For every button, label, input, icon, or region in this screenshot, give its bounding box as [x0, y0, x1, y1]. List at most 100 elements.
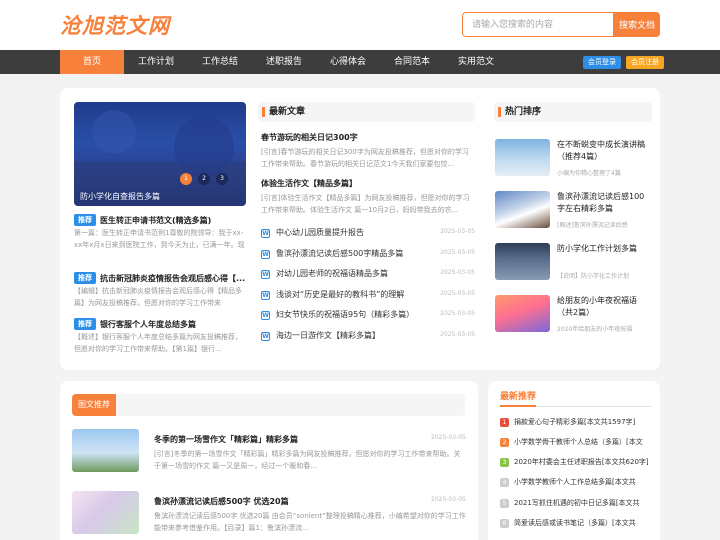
document-icon: W [261, 291, 270, 300]
hot-thumbnail-image[interactable] [495, 191, 550, 228]
list-item[interactable]: W 妇女节快乐的祝福语95句（精彩多篇） 2025-03-05 [261, 309, 475, 323]
list-item[interactable]: W 对幼儿园老师的祝福语精品多篇 2025-03-05 [261, 268, 475, 282]
login-button[interactable]: 会员登录 [583, 56, 621, 69]
article-title[interactable]: 鲁滨孙漂流记读后感500字 优选20篇 [154, 496, 289, 507]
article-date: 2025-03-05 [431, 434, 466, 441]
latest-articles-heading: 最新文章 [269, 107, 306, 117]
list-item-title[interactable]: 对幼儿园老师的祝福语精品多篇 [276, 268, 426, 279]
rank-badge: 2 [500, 438, 509, 447]
heading-underline [500, 405, 536, 407]
slider-caption[interactable]: 防小学化自查报告多篇 [80, 191, 160, 202]
hot-item-title[interactable]: 防小学化工作计划多篇 [557, 243, 649, 255]
article-desc: [引言]冬季的第一场雪作文「精彩篇」精彩多篇为网友投稿推荐，但愿对你的学习工作带… [154, 450, 461, 470]
list-item-date: 2025-03-05 [440, 249, 475, 256]
list-item-title[interactable]: 海边一日游作文【精彩多篇】 [276, 330, 426, 341]
nav-item-work-plan[interactable]: 工作计划 [124, 50, 188, 74]
nav-item-work-summary[interactable]: 工作总结 [188, 50, 252, 74]
list-item[interactable]: W 海边一日游作文【精彩多篇】 2025-03-05 [261, 330, 475, 344]
newest-item-title[interactable]: 简爱读后感或读书笔记（多篇）[本文共 [514, 517, 652, 530]
featured-article-title[interactable]: 体验生活作文【精品多篇】 [261, 178, 357, 189]
left-list-item-1[interactable]: 推荐 医生转正申请书范文(精选多篇) [74, 214, 246, 226]
list-item-date: 2025-03-05 [440, 269, 475, 276]
list-item[interactable]: W 鲁滨孙漂流记读后感500字精品多篇 2025-03-05 [261, 248, 475, 262]
hot-item-title[interactable]: 给朋友的小年夜祝福语（共2篇） [557, 295, 649, 319]
latest-articles-header: 最新文章 [258, 102, 475, 122]
hot-thumbnail-image[interactable] [495, 243, 550, 280]
featured-article-desc: [引言]春节游玩的相关日记300字为网友投稿推荐，但愿对你的学习工作带来帮助。春… [261, 148, 469, 168]
hot-item-sub: 小编为你精心整理了4篇 [557, 170, 621, 177]
newest-item[interactable]: 5 2021写抓住机遇的初中日记多篇[本文共 [500, 497, 652, 511]
hot-thumbnail-image[interactable] [495, 295, 550, 332]
list-item[interactable]: W 中心幼儿园质量提升报告 2025-03-05 [261, 227, 475, 241]
document-icon: W [261, 229, 270, 238]
featured-article-desc: [引言]体验生活作文【精品多篇】为网友投稿推荐，但愿对你的学习工作带来帮助。体验… [261, 194, 470, 214]
hot-thumbnail-image[interactable] [495, 139, 550, 176]
slider-dot-3[interactable]: 3 [216, 173, 228, 185]
tab-picture-recommend[interactable]: 图文推荐 [72, 394, 116, 416]
rank-badge: 3 [500, 458, 509, 467]
image-slider[interactable]: 1 2 3 防小学化自查报告多篇 [74, 102, 246, 206]
hot-item-sub: 【说明】防小学化工作计划 [557, 273, 630, 280]
featured-article-title[interactable]: 春节游玩的相关日记300字 [261, 132, 358, 143]
article-thumbnail-image[interactable] [72, 491, 139, 534]
rank-badge: 4 [500, 478, 509, 487]
slider-dot-1[interactable]: 1 [180, 173, 192, 185]
newest-item[interactable]: 3 2020年村委会主任述职报告[本文共620字] [500, 456, 652, 470]
nav-item-report[interactable]: 述职报告 [252, 50, 316, 74]
list-item-date: 2025-03-05 [440, 290, 475, 297]
search-input[interactable] [462, 12, 614, 37]
newest-item-title[interactable]: 2021写抓住机遇的初中日记多篇[本文共 [514, 497, 652, 510]
article-desc: 鲁滨孙漂流记读后感500字 优选20篇 由会员“sonlent”整理投稿精心推荐… [154, 512, 466, 532]
newest-item-title[interactable]: 2020年村委会主任述职报告[本文共620字] [514, 456, 652, 469]
rank-badge: 6 [500, 519, 509, 528]
list-item-title[interactable]: 妇女节快乐的祝福语95句（精彩多篇） [276, 309, 426, 320]
hot-item-sub: 2020年给朋友的小年夜祝福 [557, 326, 633, 333]
newest-recommend-header: 最新推荐 [500, 387, 652, 407]
nav-item-experience[interactable]: 心得体会 [316, 50, 380, 74]
hot-ranking-heading: 热门排序 [505, 107, 542, 117]
hot-item-title[interactable]: 在不断蜕变中成长演讲稿（推荐4篇） [557, 139, 649, 163]
newest-item[interactable]: 6 简爱读后感或读书笔记（多篇）[本文共 [500, 517, 652, 531]
hot-ranking-header: 热门排序 [494, 102, 652, 122]
document-icon: W [261, 311, 270, 320]
site-header: 沧旭范文网 搜索文档 [0, 0, 720, 50]
document-icon: W [261, 270, 270, 279]
search-button[interactable]: 搜索文档 [614, 12, 660, 37]
newest-item-title[interactable]: 捐款爱心句子精彩多篇[本文共1597字] [514, 416, 652, 429]
rank-badge: 5 [500, 499, 509, 508]
article-title[interactable]: 冬季的第一场雪作文「精彩篇」精彩多篇 [154, 434, 298, 445]
list-item-title[interactable]: 鲁滨孙漂流记读后感500字精品多篇 [276, 248, 426, 259]
nav-item-home[interactable]: 首页 [60, 50, 124, 74]
recommend-tag: 推荐 [74, 214, 96, 226]
article-date: 2025-03-05 [431, 496, 466, 503]
newest-item-title[interactable]: 小学数学骨干教师个人总结（多篇）[本文 [514, 436, 652, 449]
hot-item-title[interactable]: 鲁滨孙漂流记读后感100字左右精彩多篇 [557, 191, 649, 215]
left-list-title[interactable]: 医生转正申请书范文(精选多篇) [100, 216, 211, 225]
section-bar [262, 107, 265, 117]
left-list-item-3[interactable]: 推荐 银行客服个人年度总结多篇 [74, 318, 246, 330]
picture-recommend-header: 图文推荐 [72, 394, 465, 416]
slider-dot-2[interactable]: 2 [198, 173, 210, 185]
list-item-title[interactable]: 浅谈对“历史是最好的教科书”的理解 [276, 289, 426, 300]
left-list-title[interactable]: 银行客服个人年度总结多篇 [100, 320, 196, 329]
nav-item-contract[interactable]: 合同范本 [380, 50, 444, 74]
register-button[interactable]: 会员注册 [626, 56, 664, 69]
list-item-date: 2025-03-05 [440, 228, 475, 235]
nav-item-practical[interactable]: 实用范文 [444, 50, 508, 74]
list-item[interactable]: W 浅谈对“历史是最好的教科书”的理解 2025-03-05 [261, 289, 475, 303]
article-thumbnail-image[interactable] [72, 429, 139, 472]
newest-item[interactable]: 2 小学数学骨干教师个人总结（多篇）[本文 [500, 436, 652, 450]
rank-badge: 1 [500, 418, 509, 427]
left-list-desc: 【概述】银行客服个人年度总结多篇为网友投稿推荐，但愿对你的学习工作带来帮助。【第… [74, 333, 242, 353]
newest-item-title[interactable]: 小学数学教师个人工作总结多篇[本文共 [514, 476, 652, 489]
section-bar [498, 107, 501, 117]
left-list-item-2[interactable]: 推荐 抗击新冠肺炎疫情报告会观后感心得【... [74, 272, 246, 284]
newest-item[interactable]: 1 捐款爱心句子精彩多篇[本文共1597字] [500, 416, 652, 430]
hot-item-sub: [概述]鲁滨孙漂流记读后感 [557, 222, 628, 229]
left-list-title[interactable]: 抗击新冠肺炎疫情报告会观后感心得【... [100, 274, 245, 283]
recommend-tag: 推荐 [74, 318, 96, 330]
newest-item[interactable]: 4 小学数学教师个人工作总结多篇[本文共 [500, 476, 652, 490]
site-logo[interactable]: 沧旭范文网 [60, 10, 170, 40]
left-list-desc: 第一篇：医生转正申请书范例1尊敬的院领导：我于xx-xx年x月x日来到医院工作，… [74, 229, 245, 249]
list-item-title[interactable]: 中心幼儿园质量提升报告 [276, 227, 426, 238]
